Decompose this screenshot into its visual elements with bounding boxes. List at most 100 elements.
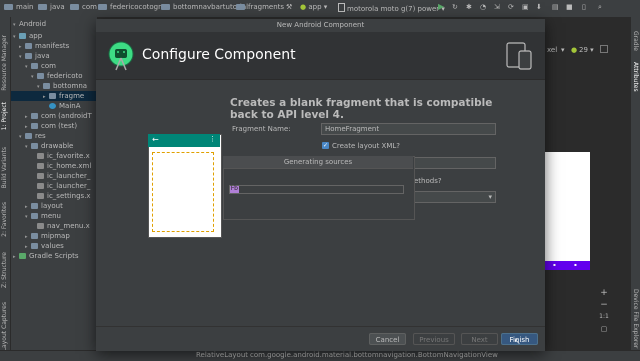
- sync-icon[interactable]: ⟳: [508, 3, 514, 11]
- previous-button[interactable]: Previous: [413, 333, 455, 345]
- profile-icon[interactable]: ◔: [480, 3, 486, 11]
- search-icon[interactable]: ⌕: [598, 3, 602, 12]
- package-icon: [43, 83, 50, 89]
- android-studio-icon: [108, 41, 134, 71]
- zoom-text: xel: [547, 46, 558, 54]
- next-button[interactable]: Next: [461, 333, 498, 345]
- close-icon[interactable]: [600, 45, 608, 53]
- tab-attributes[interactable]: Attributes: [632, 62, 639, 92]
- tree-item-label: values: [41, 242, 64, 250]
- avd-icon[interactable]: ▣: [522, 3, 529, 11]
- tab-structure[interactable]: Z: Structure: [1, 252, 8, 288]
- folder-icon: [31, 243, 38, 249]
- tree-item-values[interactable]: ▸ values: [25, 241, 64, 251]
- tab-device-file-explorer[interactable]: Device File Explorer: [632, 289, 639, 348]
- crumb-label: federicocotogno: [110, 3, 167, 11]
- tree-item-mipmap[interactable]: ▸ mipmap: [25, 231, 70, 241]
- tab-favorites[interactable]: 2: Favorites: [1, 202, 8, 237]
- tree-item-com[interactable]: ▾ com: [25, 61, 56, 71]
- preview-fragment-area: [152, 152, 214, 232]
- tree-item-label: fragme: [59, 92, 85, 100]
- breadcrumb-main[interactable]: main: [4, 3, 34, 11]
- progress-text: Ꮀb: [231, 185, 238, 192]
- project-tree: ▾ Android ▾ app ▸ manifests ▾ java ▾ com ▾ fed…: [11, 17, 97, 350]
- tree-item-label: app: [29, 32, 43, 40]
- right-tool-strip: Gradle Attributes Device File Explorer: [630, 17, 640, 360]
- tree-item-layout[interactable]: ▸ layout: [25, 201, 63, 211]
- tree-item-com-androidtest[interactable]: ▸ com (androidT: [25, 111, 92, 121]
- breadcrumb-java[interactable]: java: [38, 3, 65, 11]
- project-view-selector[interactable]: ▾ Android: [13, 19, 46, 29]
- attach-icon[interactable]: ⇲: [494, 3, 500, 11]
- zoom-actual-size-button[interactable]: 1:1: [597, 313, 611, 320]
- tree-item-federicotogno[interactable]: ▾ federicoto: [31, 71, 83, 81]
- package-icon: [37, 73, 44, 79]
- tree-item-com-test[interactable]: ▸ com (test): [25, 121, 77, 131]
- status-view[interactable]: com.google.android.material.bottomnaviga…: [250, 351, 498, 359]
- sdk-icon[interactable]: ⬇: [536, 3, 542, 11]
- tab-build-variants[interactable]: Build Variants: [1, 147, 8, 188]
- progress-bar: [229, 185, 404, 194]
- tree-item-nav-menu[interactable]: nav_menu.x: [37, 221, 90, 231]
- xml-file-icon: [37, 223, 44, 229]
- zoom-out-button[interactable]: −: [597, 300, 611, 310]
- fragment-name-input[interactable]: HomeFragment: [321, 123, 496, 135]
- rerun-icon[interactable]: ↻: [452, 3, 458, 11]
- tree-item-ic-launcher-1[interactable]: ic_launcher_: [37, 171, 90, 181]
- status-layout[interactable]: RelativeLayout: [196, 351, 248, 359]
- tree-item-label: java: [35, 52, 50, 60]
- design-preview[interactable]: [545, 152, 590, 270]
- create-layout-checkbox[interactable]: ✓: [322, 142, 329, 149]
- layout-name-input[interactable]: [413, 157, 496, 169]
- folder-icon: [25, 133, 32, 139]
- tree-item-drawable[interactable]: ▾ drawable: [25, 141, 73, 151]
- orientation-selector[interactable]: ▾: [561, 46, 565, 54]
- device-selector[interactable]: motorola moto g(7) power ▾: [338, 3, 445, 13]
- tab-gradle[interactable]: Gradle: [632, 31, 639, 51]
- hammer-icon[interactable]: ⚒: [286, 3, 292, 11]
- tree-item-gradle-scripts[interactable]: ▸ Gradle Scripts: [13, 251, 78, 261]
- tree-item-bottomnav[interactable]: ▾ bottomna: [37, 81, 87, 91]
- api-level-selector[interactable]: 29 ▾: [579, 46, 594, 54]
- zoom-in-button[interactable]: +: [597, 288, 611, 298]
- tree-item-app[interactable]: ▾ app: [13, 31, 42, 41]
- breadcrumb-bottomnavbartutorial[interactable]: bottomnavbartutorial: [161, 3, 248, 11]
- run-icon[interactable]: ▶: [438, 2, 444, 11]
- folder-icon: [38, 4, 47, 10]
- zoom-fit-button[interactable]: ▢: [597, 325, 611, 333]
- tab-resource-manager[interactable]: Resource Manager: [1, 35, 8, 91]
- fragment-name-label: Fragment Name:: [232, 125, 291, 133]
- tree-item-label: ic_settings.x: [47, 192, 91, 200]
- folder-icon: [31, 203, 38, 209]
- tree-item-mainactivity[interactable]: MainA: [49, 101, 81, 111]
- breadcrumb-fragments[interactable]: fragments: [236, 3, 284, 11]
- cancel-button[interactable]: Cancel: [369, 333, 406, 345]
- tree-item-ic-launcher-2[interactable]: ic_launcher_: [37, 181, 90, 191]
- crumb-label: main: [16, 3, 34, 11]
- new-android-component-dialog: New Android Component Configure Componen…: [96, 19, 545, 351]
- tab-project[interactable]: 1: Project: [1, 102, 8, 130]
- tree-item-ic-settings[interactable]: ic_settings.x: [37, 191, 91, 201]
- tree-item-ic-home[interactable]: ic_home.xml: [37, 161, 91, 171]
- back-arrow-icon: ←: [152, 135, 159, 144]
- stop-icon[interactable]: ■: [566, 3, 573, 11]
- folder-icon: [4, 4, 13, 10]
- tab-layout-captures[interactable]: Layout Captures: [1, 302, 8, 351]
- tree-item-manifests[interactable]: ▸ manifests: [19, 41, 69, 51]
- tree-item-ic-favorite[interactable]: ic_favorite.x: [37, 151, 90, 161]
- tree-item-java[interactable]: ▾ java: [19, 51, 50, 61]
- device-manager-icon[interactable]: ▯: [582, 3, 586, 11]
- folder-icon: [31, 233, 38, 239]
- tree-item-menu[interactable]: ▾ menu: [25, 211, 61, 221]
- debug-icon[interactable]: ✱: [466, 3, 472, 11]
- tree-item-fragments[interactable]: ▸ fragme: [11, 91, 97, 101]
- tree-item-label: menu: [41, 212, 61, 220]
- source-language-select[interactable]: ▾: [413, 191, 496, 203]
- breadcrumb-com[interactable]: com: [70, 3, 97, 11]
- folder-icon: [161, 4, 170, 10]
- tree-item-res[interactable]: ▾ res: [19, 131, 46, 141]
- breadcrumb-federicocotogno[interactable]: federicocotogno: [98, 3, 167, 11]
- layout-inspector-icon[interactable]: ▤: [552, 3, 559, 11]
- run-config-selector[interactable]: ● app ▾: [300, 3, 327, 11]
- xml-file-icon: [37, 193, 44, 199]
